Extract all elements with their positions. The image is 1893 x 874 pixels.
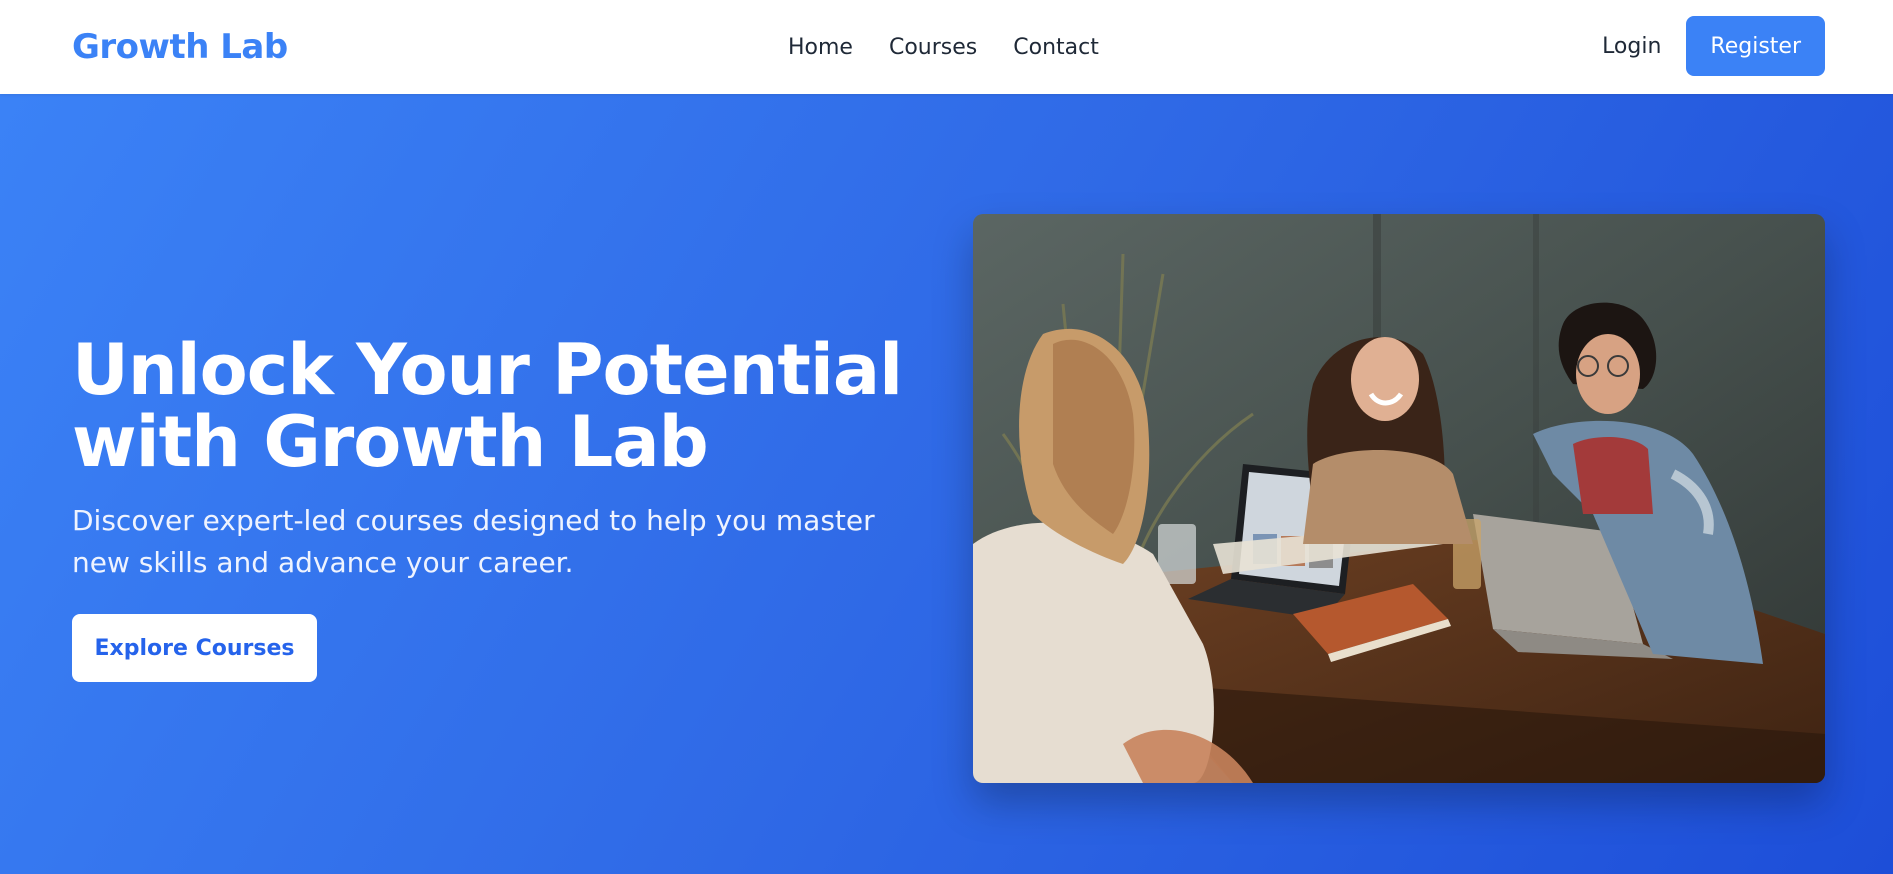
top-navbar: Growth Lab Home Courses Contact Login Re… [0, 0, 1893, 94]
hero-section: Unlock Your Potential with Growth Lab Di… [0, 94, 1893, 874]
nav-home-link[interactable]: Home [788, 35, 853, 60]
nav-contact-link[interactable]: Contact [1013, 35, 1099, 60]
hero-title-line-1: Unlock Your Potential [72, 329, 903, 411]
hero-subtitle: Discover expert-led courses designed to … [72, 504, 875, 579]
register-button[interactable]: Register [1686, 16, 1825, 76]
hero-title: Unlock Your Potential with Growth Lab [72, 334, 932, 478]
auth-actions: Login Register [1602, 16, 1825, 76]
brand-logo[interactable]: Growth Lab [72, 27, 288, 67]
hero-image [973, 214, 1825, 783]
main-nav: Home Courses Contact [788, 0, 1099, 94]
login-link[interactable]: Login [1602, 34, 1661, 59]
nav-courses-link[interactable]: Courses [889, 35, 977, 60]
hero-title-line-2: with Growth Lab [72, 401, 709, 483]
hero-photo-illustration [973, 214, 1825, 783]
explore-courses-button[interactable]: Explore Courses [72, 614, 317, 682]
